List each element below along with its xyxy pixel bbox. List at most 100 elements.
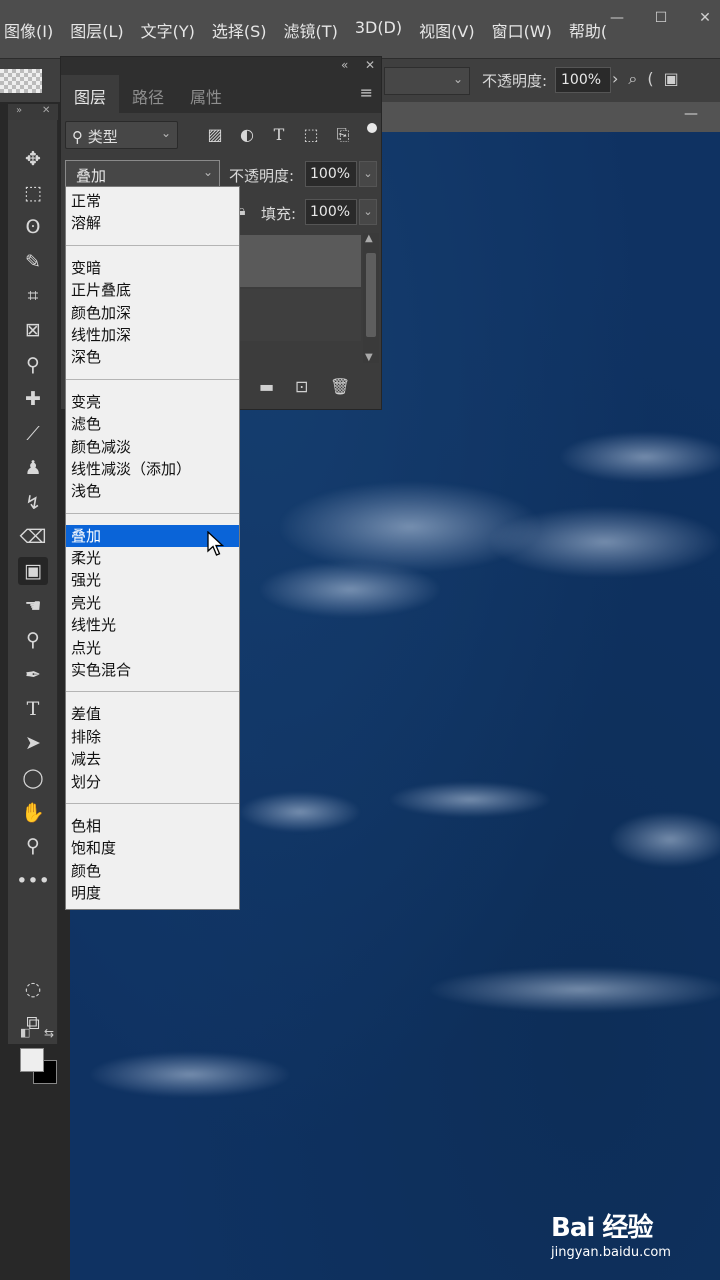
new-group-icon[interactable]: ▬ [259,377,274,396]
opacity-chevron-icon[interactable]: › [612,69,618,89]
shape-filter-icon[interactable]: ⬚ [295,125,327,145]
trash-icon[interactable]: 🗑︎ [330,377,350,396]
menu-item[interactable]: 视图(V) [419,18,474,42]
foreground-color-swatch[interactable] [20,1048,44,1072]
quick-select-tool-icon[interactable]: ✎ [18,248,48,276]
chevron-down-icon[interactable]: ⌄ [359,161,377,187]
panel-menu-icon[interactable]: ≡ [360,83,373,102]
blend-mode-option[interactable]: 差值 [66,703,239,725]
new-layer-icon[interactable]: ⊡ [295,377,308,396]
blend-mode-option[interactable]: 变亮 [66,391,239,413]
ellipse-tool-icon[interactable]: ◯ [18,764,48,792]
blend-mode-option[interactable]: 减去 [66,748,239,770]
layer-filter-select[interactable]: ⚲ 类型 ⌄ [65,121,178,149]
zoom-tool-icon[interactable]: ⚲ [18,832,48,860]
path-select-tool-icon[interactable]: ➤ [18,729,48,757]
move-tool-icon[interactable]: ✥ [18,145,48,173]
menu-item[interactable]: 窗口(W) [492,18,552,42]
gradient-tool-icon[interactable]: ▣ [18,557,48,585]
blend-mode-option[interactable]: 颜色加深 [66,302,239,324]
blend-mode-option[interactable]: 正片叠底 [66,279,239,301]
menu-item[interactable]: 图像(I) [4,18,53,42]
healing-brush-tool-icon[interactable]: ✚ [18,385,48,413]
mode-select[interactable]: ⌄ [384,67,470,95]
scroll-down-icon[interactable]: ▼ [365,352,373,363]
blend-mode-option[interactable]: 饱和度 [66,837,239,859]
tab-paths[interactable]: 路径 [119,75,177,113]
chevron-down-icon[interactable]: ⌄ [359,199,377,225]
dodge-tool-icon[interactable]: ⚲ [18,626,48,654]
scroll-up-icon[interactable]: ▲ [365,233,373,244]
workspace-icon[interactable]: ▣ [664,69,679,89]
minimize-document-icon[interactable]: — [684,106,698,122]
blend-mode-option[interactable]: 实色混合 [66,659,239,681]
layers-scrollbar[interactable]: ▲ ▼ [363,233,379,363]
cloud [240,792,360,832]
blend-mode-option[interactable]: 浅色 [66,480,239,502]
layer-opacity-input[interactable]: 100% [305,161,357,187]
hand-tool-icon[interactable]: ✋ [18,798,48,826]
adjustment-filter-icon[interactable]: ◐ [231,125,263,145]
blend-mode-option[interactable]: 正常 [66,190,239,212]
menu-item[interactable]: 文字(Y) [141,18,195,42]
menu-bar: 图像(I) 图层(L) 文字(Y) 选择(S) 滤镜(T) 3D(D) 视图(V) 窗口(W)… [0,0,720,58]
marquee-tool-icon[interactable]: ⬚ [18,179,48,207]
collapse-panel-icon[interactable]: « [341,58,348,72]
stamp-tool-icon[interactable]: ♟ [18,454,48,482]
blend-mode-option[interactable]: 亮光 [66,592,239,614]
blend-mode-option[interactable]: 色相 [66,815,239,837]
tab-properties[interactable]: 属性 [177,75,235,113]
maximize-window-button[interactable]: ☐ [646,10,676,32]
type-tool-icon[interactable]: T [18,695,48,723]
blend-mode-option[interactable]: 线性减淡（添加） [66,458,239,480]
minimize-window-button[interactable]: — [602,10,632,32]
blend-mode-option[interactable]: 排除 [66,726,239,748]
opacity-input[interactable]: 100% [555,67,611,93]
close-toolbar-icon[interactable]: ✕ [42,105,50,116]
search-icon[interactable]: ⌕ [628,69,637,89]
close-panel-icon[interactable]: ✕ [365,58,375,72]
eraser-tool-icon[interactable]: ⌫ [18,523,48,551]
menu-item[interactable]: 图层(L) [70,18,123,42]
fill-input[interactable]: 100% [305,199,357,225]
smudge-tool-icon[interactable]: ☚ [18,592,48,620]
screen-mode-icon[interactable]: ⧉ [18,1009,48,1037]
blend-mode-option[interactable]: 变暗 [66,257,239,279]
smart-object-filter-icon[interactable]: ⎘ [327,125,359,145]
frame-tool-icon[interactable]: ⊠ [18,316,48,344]
brush-tool-icon[interactable]: ⟋ [18,420,48,448]
blend-mode-option[interactable]: 颜色 [66,860,239,882]
eyedropper-tool-icon[interactable]: ⚲ [18,351,48,379]
blend-mode-option[interactable]: 点光 [66,637,239,659]
menu-item[interactable]: 选择(S) [212,18,267,42]
gradient-preview-swatch[interactable] [0,69,42,93]
blend-mode-option[interactable]: 线性光 [66,614,239,636]
menu-item[interactable]: 滤镜(T) [284,18,338,42]
close-window-button[interactable]: ✕ [690,10,720,32]
crop-tool-icon[interactable]: ⌗ [18,282,48,310]
blend-mode-option[interactable]: 明度 [66,882,239,904]
expand-toolbar-icon[interactable]: » [16,105,22,116]
blend-mode-option[interactable]: 溶解 [66,212,239,234]
blend-mode-option[interactable]: 强光 [66,569,239,591]
pixel-filter-icon[interactable]: ▨ [199,125,231,145]
blend-mode-option[interactable]: 线性加深 [66,324,239,346]
circle-icon[interactable]: ( [647,69,653,89]
scrollbar-thumb[interactable] [366,253,376,337]
baidu-watermark: Bai 经验 jingyan.baidu.com [551,1197,701,1267]
blend-mode-option[interactable]: 划分 [66,771,239,793]
blend-mode-option[interactable]: 深色 [66,346,239,368]
pen-tool-icon[interactable]: ✒ [18,661,48,689]
filter-toggle[interactable] [367,123,377,133]
blend-mode-option[interactable]: 颜色减淡 [66,436,239,458]
type-filter-icon[interactable]: T [263,125,295,145]
document-tab-strip: — [382,102,720,132]
tab-layers[interactable]: 图层 [61,75,119,113]
history-brush-tool-icon[interactable]: ↯ [18,489,48,517]
quick-mask-icon[interactable]: ◌ [18,975,48,1003]
blend-mode-option[interactable]: 滤色 [66,413,239,435]
lasso-tool-icon[interactable]: ʘ [18,213,48,241]
blend-mode-select[interactable]: 叠加 ⌄ [65,160,220,188]
menu-item[interactable]: 3D(D) [355,18,402,42]
more-tools-icon[interactable]: ••• [16,867,50,895]
